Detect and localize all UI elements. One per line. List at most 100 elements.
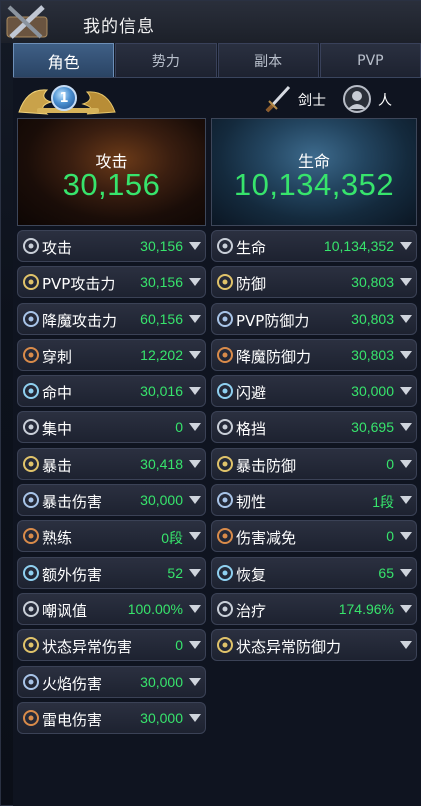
stat-row[interactable]: PVP攻击力 30,156: [17, 266, 206, 299]
expand-caret-icon[interactable]: [400, 459, 412, 468]
attack-summary-card: 攻击 30,156: [17, 118, 206, 226]
stat-row[interactable]: 集中 0: [17, 411, 206, 444]
block-icon: [216, 418, 234, 436]
stat-row[interactable]: 状态异常伤害 0: [17, 629, 206, 662]
stat-label: 生命: [236, 239, 267, 257]
class-label: 剑士: [298, 93, 326, 109]
stat-row[interactable]: 生命 10,134,352: [211, 230, 417, 262]
stat-label: 暴击: [42, 456, 73, 475]
stat-row[interactable]: 嘲讽值 100.00%: [17, 592, 206, 625]
stat-label: 额外伤害: [42, 565, 103, 584]
toughness-icon: [216, 491, 234, 509]
stat-label: 暴击防御: [236, 456, 297, 475]
stat-label: PVP防御力: [236, 311, 310, 330]
expand-caret-icon[interactable]: [400, 423, 412, 432]
expand-caret-icon[interactable]: [400, 496, 412, 505]
expand-caret-icon[interactable]: [400, 568, 412, 577]
expand-caret-icon[interactable]: [189, 387, 201, 396]
stat-row[interactable]: 伤害减免 0: [211, 520, 417, 553]
expand-caret-icon[interactable]: [400, 604, 412, 613]
expand-caret-icon[interactable]: [189, 423, 201, 432]
tab-character[interactable]: 角色: [13, 43, 115, 77]
expand-caret-icon[interactable]: [189, 314, 201, 323]
stat-row[interactable]: 治疗 174.96%: [211, 592, 417, 625]
stat-row[interactable]: 降魔防御力 30,803: [211, 338, 417, 371]
stat-row[interactable]: 闪避 30,000: [211, 375, 417, 408]
expand-caret-icon[interactable]: [189, 496, 201, 505]
expand-caret-icon[interactable]: [189, 459, 201, 468]
expand-caret-icon[interactable]: [189, 278, 201, 287]
stat-value: 30,000: [140, 492, 183, 509]
stat-label: 韧性: [236, 493, 267, 512]
stat-value: 1段: [372, 494, 394, 511]
expand-caret-icon[interactable]: [189, 713, 201, 722]
stat-row[interactable]: 额外伤害 52: [17, 556, 206, 589]
stat-row[interactable]: 状态异常防御力: [211, 629, 417, 662]
expand-caret-icon[interactable]: [189, 568, 201, 577]
stat-row[interactable]: PVP防御力 30,803: [211, 302, 417, 335]
stat-label: PVP攻击力: [42, 275, 116, 294]
regen-icon: [216, 564, 234, 582]
stat-label: 降魔防御力: [236, 347, 312, 366]
expand-caret-icon[interactable]: [189, 604, 201, 613]
expand-caret-icon[interactable]: [400, 532, 412, 541]
sword-class-icon: [265, 85, 291, 113]
expand-caret-icon[interactable]: [400, 314, 412, 323]
expand-caret-icon[interactable]: [189, 532, 201, 541]
stat-value: 0: [386, 455, 394, 472]
level-badge: 1: [51, 85, 77, 111]
stat-row[interactable]: 雷电伤害 30,000: [17, 701, 206, 734]
stat-value: 30,695: [351, 419, 394, 436]
stat-label: 集中: [42, 420, 73, 439]
expand-caret-icon[interactable]: [400, 350, 412, 359]
focus-icon: [22, 418, 40, 436]
stat-row[interactable]: 暴击伤害 30,000: [17, 484, 206, 517]
stat-value: 52: [167, 564, 183, 581]
stat-row[interactable]: 韧性 1段: [211, 484, 417, 517]
stat-row[interactable]: 命中 30,016: [17, 375, 206, 408]
stat-value: 12,202: [140, 346, 183, 363]
accuracy-icon: [22, 382, 40, 400]
stat-row[interactable]: 熟练 0段: [17, 520, 206, 553]
stat-value: 30,000: [140, 673, 183, 690]
shield-icon: [216, 273, 234, 291]
stat-row[interactable]: 恢复 65: [211, 556, 417, 589]
pvp-defense-icon: [216, 310, 234, 328]
expand-caret-icon[interactable]: [189, 242, 201, 250]
stat-value: 0段: [161, 530, 183, 547]
expand-caret-icon[interactable]: [189, 677, 201, 686]
stat-row[interactable]: 火焰伤害 30,000: [17, 665, 206, 698]
hp-summary-card: 生命 10,134,352: [211, 118, 417, 226]
tab-dungeon[interactable]: 副本: [217, 43, 319, 77]
expand-caret-icon[interactable]: [400, 278, 412, 287]
character-info-window: 我的信息 角色 势力 副本 PVP 1 剑士 人 攻击 30,156 生命 10…: [0, 0, 421, 806]
critical-damage-icon: [22, 491, 40, 509]
stat-row[interactable]: 攻击 30,156: [17, 230, 206, 262]
stat-value: 60,156: [140, 310, 183, 327]
tab-faction[interactable]: 势力: [115, 43, 217, 77]
expand-caret-icon[interactable]: [189, 641, 201, 650]
stat-row[interactable]: 降魔攻击力 60,156: [17, 302, 206, 335]
expand-caret-icon[interactable]: [400, 242, 412, 250]
offense-stats-list: 攻击 30,156 PVP攻击力 30,156 降魔攻击力 60,156 穿刺 12,202 命…: [17, 230, 206, 738]
stat-row[interactable]: 暴击 30,418: [17, 447, 206, 480]
stat-value: 30,803: [351, 274, 394, 291]
critical-icon: [22, 455, 40, 473]
title-bar[interactable]: 我的信息: [1, 1, 421, 43]
stat-row[interactable]: 格挡 30,695: [211, 411, 417, 444]
stat-value: 30,418: [140, 455, 183, 472]
stat-row[interactable]: 穿刺 12,202: [17, 338, 206, 371]
stat-value: 0: [175, 419, 183, 436]
fire-icon: [22, 673, 40, 691]
tab-pvp[interactable]: PVP: [319, 43, 421, 77]
stat-row[interactable]: 暴击防御 0: [211, 447, 417, 480]
debuff-damage-icon: [22, 636, 40, 654]
expand-caret-icon[interactable]: [400, 641, 412, 650]
debuff-defense-icon: [216, 636, 234, 654]
stat-label: 熟练: [42, 529, 73, 548]
expand-caret-icon[interactable]: [400, 387, 412, 396]
stat-row[interactable]: 防御 30,803: [211, 266, 417, 299]
evasion-icon: [216, 382, 234, 400]
swords-icon: [22, 237, 40, 255]
expand-caret-icon[interactable]: [189, 350, 201, 359]
